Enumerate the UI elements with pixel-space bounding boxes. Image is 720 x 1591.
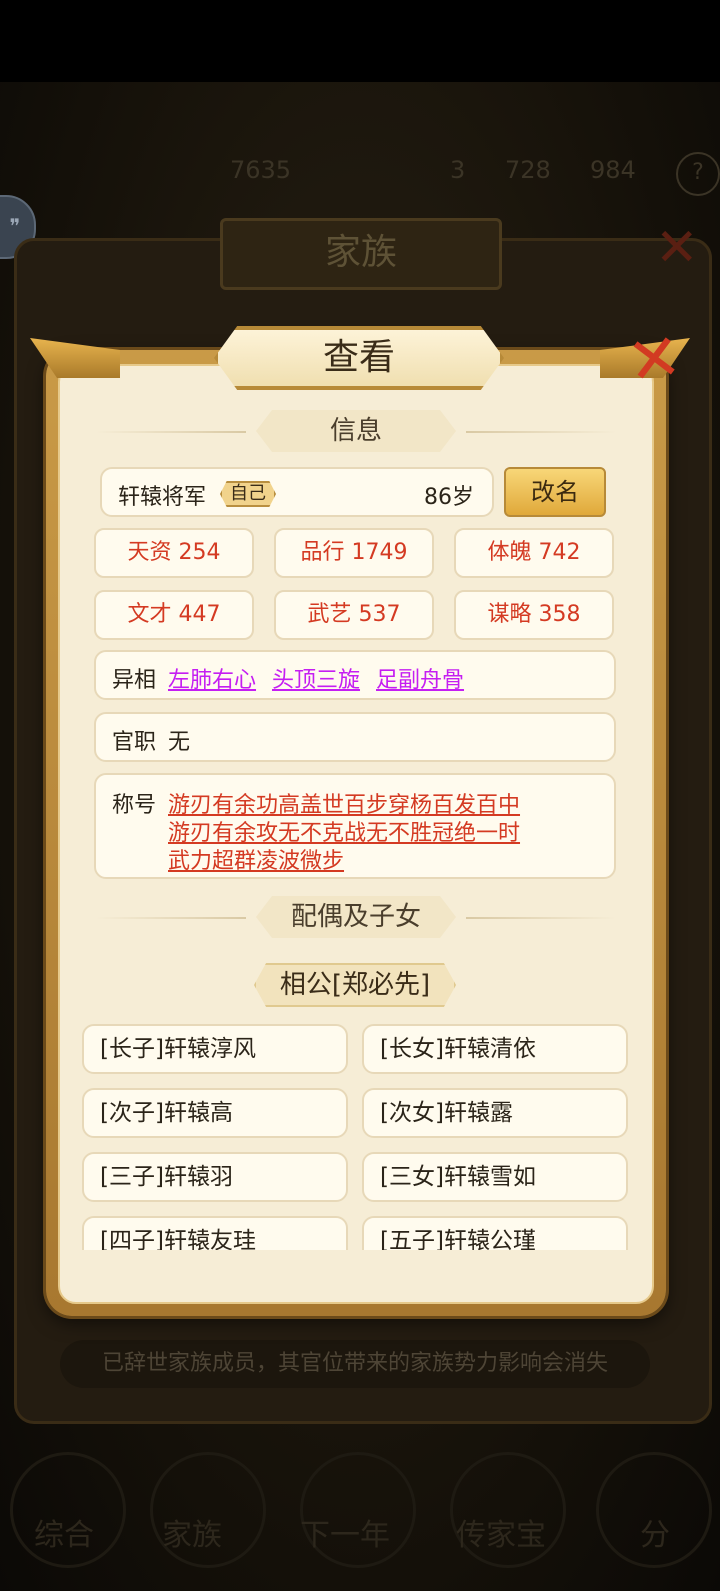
stat-aptitude: 天资 254 xyxy=(94,528,254,578)
child-item[interactable]: [长子]轩辕淳风 xyxy=(82,1024,348,1074)
character-name: 轩辕将军 xyxy=(118,485,207,510)
section-title: 配偶及子女 xyxy=(256,896,456,938)
rename-button[interactable]: 改名 xyxy=(504,467,606,517)
help-icon[interactable]: ? xyxy=(676,152,720,196)
child-item[interactable]: [三女]轩辕雪如 xyxy=(362,1152,628,1202)
child-item[interactable]: [次子]轩辕高 xyxy=(82,1088,348,1138)
traits-label: 异相 xyxy=(112,668,157,693)
resource-value: 728 xyxy=(505,156,551,184)
dialog-title: 查看 xyxy=(214,326,504,390)
nav-item-overview[interactable]: 综合 xyxy=(34,1510,94,1554)
spouse-label[interactable]: 相公[郑必先] xyxy=(254,963,456,1007)
family-title: 家族 xyxy=(220,218,502,290)
stat-martial: 武艺 537 xyxy=(274,590,434,640)
divider xyxy=(466,431,616,433)
stat-literary: 文才 447 xyxy=(94,590,254,640)
titles-line[interactable]: 武力超群凌波微步 xyxy=(168,843,344,875)
child-item[interactable]: [三子]轩辕羽 xyxy=(82,1152,348,1202)
traits-row: 异相 左肺右心 头顶三旋 足副舟骨 xyxy=(94,650,616,700)
stat-physique: 体魄 742 xyxy=(454,528,614,578)
nav-item-family[interactable]: 家族 xyxy=(162,1510,222,1554)
family-close-icon[interactable]: ✕ xyxy=(655,218,705,278)
titles-label: 称号 xyxy=(112,793,157,818)
nav-item-next-year[interactable]: 下一年 xyxy=(300,1510,390,1554)
name-box: 轩辕将军 自己 86岁 xyxy=(100,467,494,517)
trait-link[interactable]: 足副舟骨 xyxy=(376,662,464,694)
resource-bar: 7635 3 728 984 xyxy=(0,140,720,200)
nav-item-heirloom[interactable]: 传家宝 xyxy=(456,1510,546,1554)
bottom-nav: 综合 家族 下一年 传家宝 分 xyxy=(0,1440,720,1591)
close-icon[interactable]: ✕ xyxy=(623,320,688,401)
family-section-header: 配偶及子女 xyxy=(96,896,616,940)
children-list[interactable]: [长子]轩辕淳风 [长女]轩辕清依 [次子]轩辕高 [次女]轩辕露 [三子]轩辕… xyxy=(80,1020,640,1250)
office-row: 官职 无 xyxy=(94,712,616,762)
trait-link[interactable]: 头顶三旋 xyxy=(272,662,360,694)
child-item[interactable]: [长女]轩辕清依 xyxy=(362,1024,628,1074)
child-item[interactable]: [四子]轩辕友珪 xyxy=(82,1216,348,1250)
section-title: 信息 xyxy=(256,410,456,452)
stat-strategy: 谋略 358 xyxy=(454,590,614,640)
status-bar-area xyxy=(0,0,720,82)
divider xyxy=(466,917,616,919)
stat-conduct: 品行 1749 xyxy=(274,528,434,578)
self-badge: 自己 xyxy=(220,481,276,507)
family-notice: 已辞世家族成员，其官位带来的家族势力影响会消失 xyxy=(60,1340,650,1388)
trait-link[interactable]: 左肺右心 xyxy=(168,662,256,694)
divider xyxy=(96,431,246,433)
office-label: 官职 xyxy=(112,730,157,755)
child-item[interactable]: [五子]轩辕公瑾 xyxy=(362,1216,628,1250)
resource-value: 7635 xyxy=(230,156,292,184)
divider xyxy=(96,917,246,919)
titles-row: 称号 游刃有余功高盖世百步穿杨百发百中 游刃有余攻无不克战无不胜冠绝一时 武力超… xyxy=(94,773,616,879)
character-age: 86岁 xyxy=(424,485,474,510)
resource-value: 3 xyxy=(450,156,466,184)
child-item[interactable]: [次女]轩辕露 xyxy=(362,1088,628,1138)
office-value: 无 xyxy=(168,730,191,755)
nav-item-more[interactable]: 分 xyxy=(640,1510,670,1554)
resource-value: 984 xyxy=(590,156,636,184)
info-section-header: 信息 xyxy=(96,410,616,454)
